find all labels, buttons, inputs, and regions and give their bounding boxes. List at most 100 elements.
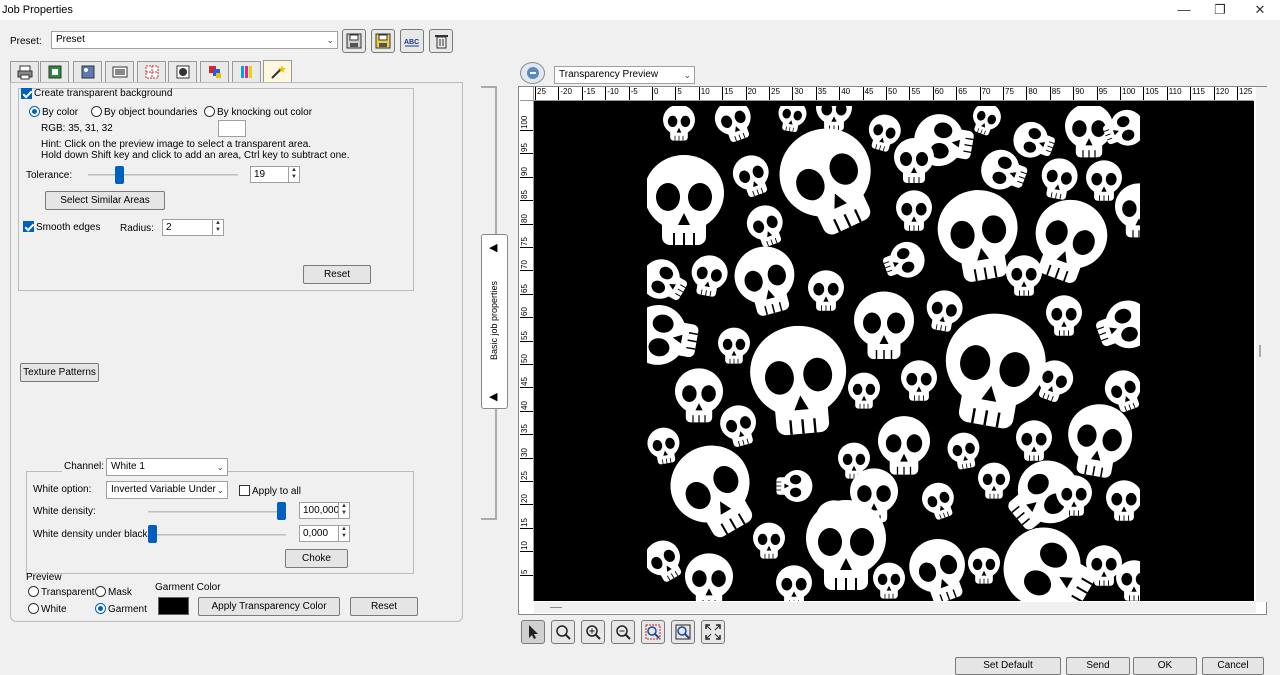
tab-media[interactable] [40,61,69,82]
white-density-input[interactable]: 100,000 ▲ ▼ [299,502,350,519]
ruler-tick-label: 80 [520,209,529,223]
radius-input[interactable]: 2 ▲ ▼ [162,219,224,236]
by-color-radio[interactable] [29,106,40,117]
ruler-tick-label: 20 [745,87,757,100]
preview-white-radio[interactable] [28,603,39,614]
pointer-tool-button[interactable] [521,620,545,644]
ok-button[interactable]: OK [1133,657,1197,675]
preview-mode-dropdown[interactable]: Transparency Preview ⌄ [554,66,695,84]
save-as-icon [375,33,391,49]
zoom-out-button[interactable] [611,620,635,644]
delete-icon [435,35,448,49]
ruler-tick-label: 70 [520,255,529,269]
scrollbar-grip[interactable] [550,607,562,608]
collapse-preview-button[interactable] [520,62,545,84]
printer-icon [17,65,32,80]
ruler-tick-label: 15 [520,513,529,527]
garment-color-swatch[interactable] [158,597,189,615]
zoom-in-button[interactable] [581,620,605,644]
white-density-slider[interactable] [277,502,286,520]
ruler-tick-label: 90 [520,162,529,176]
hint-text-line1: Hint: Click on the preview image to sele… [41,139,312,150]
tab-layout[interactable] [105,61,134,82]
preview-mode-value: Transparency Preview [559,69,659,80]
spinner-arrows-icon[interactable]: ▲ ▼ [338,503,349,518]
apply-to-all-checkbox[interactable] [239,485,250,496]
restore-button[interactable]: ❐ [1200,0,1240,20]
preview-transparent-radio[interactable] [28,586,39,597]
ruler-tick-label: 80 [1026,87,1038,100]
zoom-out-icon [616,625,631,640]
apply-transparency-color-button[interactable]: Apply Transparency Color [198,597,340,616]
texture-patterns-button[interactable]: Texture Patterns [20,363,99,382]
tab-image[interactable] [73,61,102,82]
fit-window-button[interactable] [701,620,725,644]
ruler-tick-label: 65 [956,87,968,100]
chevron-down-icon: ⌄ [216,462,224,472]
rename-preset-button[interactable]: ABC [400,29,424,53]
basic-job-properties-tab[interactable]: ◀ Basic job properties ◀ [481,234,508,409]
ruler-tick-label: 10 [520,536,529,550]
collapse-arrow-icon[interactable]: ◀ [489,390,497,403]
ruler-tick-label: 60 [932,87,944,100]
white-density-under-black-input[interactable]: 0,000 ▲ ▼ [299,525,350,542]
tolerance-slider[interactable] [114,166,124,184]
create-transparent-checkbox[interactable] [21,88,32,99]
ruler-tick-label: 95 [520,138,529,152]
window-title: Job Properties [2,4,73,16]
tab-transparency[interactable] [263,60,292,82]
set-default-button[interactable]: Set Default [955,657,1061,675]
spinner-arrows-icon[interactable]: ▲ ▼ [338,526,349,541]
ruler-tick-label: -15 [581,87,596,100]
ruler-tick-label: 125 [1236,87,1253,100]
tab-color-settings[interactable] [168,61,197,82]
tolerance-input[interactable]: 19 ▲ ▼ [250,166,300,183]
preview-mask-label: Mask [108,587,132,598]
cancel-button[interactable]: Cancel [1202,657,1264,675]
hint-text-line2: Hold down Shift key and click to add an … [41,150,350,161]
ruler-tick-label: 105 [1143,87,1159,100]
smooth-edges-checkbox[interactable] [23,221,34,232]
ruler-tick-label: 95 [1096,87,1108,100]
preview-canvas[interactable] [534,101,1254,601]
tab-color-layers[interactable] [200,61,229,82]
white-density-under-black-label: White density under black: [33,529,151,540]
zoom-tool-button[interactable] [551,620,575,644]
save-as-preset-button[interactable] [371,29,395,53]
by-object-boundaries-radio[interactable] [91,106,102,117]
tab-printer[interactable] [10,61,39,82]
smooth-edges-label: Smooth edges [36,222,101,233]
zoom-selection-button[interactable] [641,620,665,644]
choke-button[interactable]: Choke [285,549,348,568]
spinner-arrows-icon[interactable]: ▲ ▼ [212,220,223,235]
minimize-button[interactable]: — [1164,0,1204,20]
save-preset-button[interactable] [342,29,366,53]
preset-dropdown[interactable]: Preset ⌄ [51,31,338,49]
close-button[interactable]: ✕ [1240,0,1280,20]
select-similar-areas-button[interactable]: Select Similar Areas [45,191,165,210]
tab-ink-channels[interactable] [232,61,261,82]
radius-value: 2 [166,222,172,233]
preview-garment-radio[interactable] [95,603,106,614]
zoom-fit-button[interactable] [671,620,695,644]
preset-value: Preset [56,34,85,45]
white-option-label: White option: [33,484,92,495]
by-knocking-out-radio[interactable] [204,106,215,117]
preview-mask-radio[interactable] [95,586,106,597]
spinner-arrows-icon[interactable]: ▲ ▼ [288,167,299,182]
chevron-down-icon: ⌄ [683,70,691,80]
vertical-scrollbar[interactable] [1256,87,1267,602]
collapse-arrow-icon[interactable]: ◀ [489,241,497,254]
horizontal-scrollbar[interactable] [534,602,1256,613]
collapse-icon [526,67,539,79]
delete-preset-button[interactable] [429,29,453,53]
channel-dropdown[interactable]: White 1 ⌄ [106,458,228,476]
transparency-reset-button[interactable]: Reset [303,265,371,284]
scrollbar-grip[interactable] [1259,345,1261,357]
preview-reset-button[interactable]: Reset [350,597,418,616]
tab-grid[interactable] [137,61,166,82]
send-button[interactable]: Send [1066,657,1130,675]
white-option-dropdown[interactable]: Inverted Variable Under ⌄ [106,481,228,499]
preview-transparent-label: Transparent [41,587,95,598]
white-density-under-black-slider[interactable] [148,525,157,543]
